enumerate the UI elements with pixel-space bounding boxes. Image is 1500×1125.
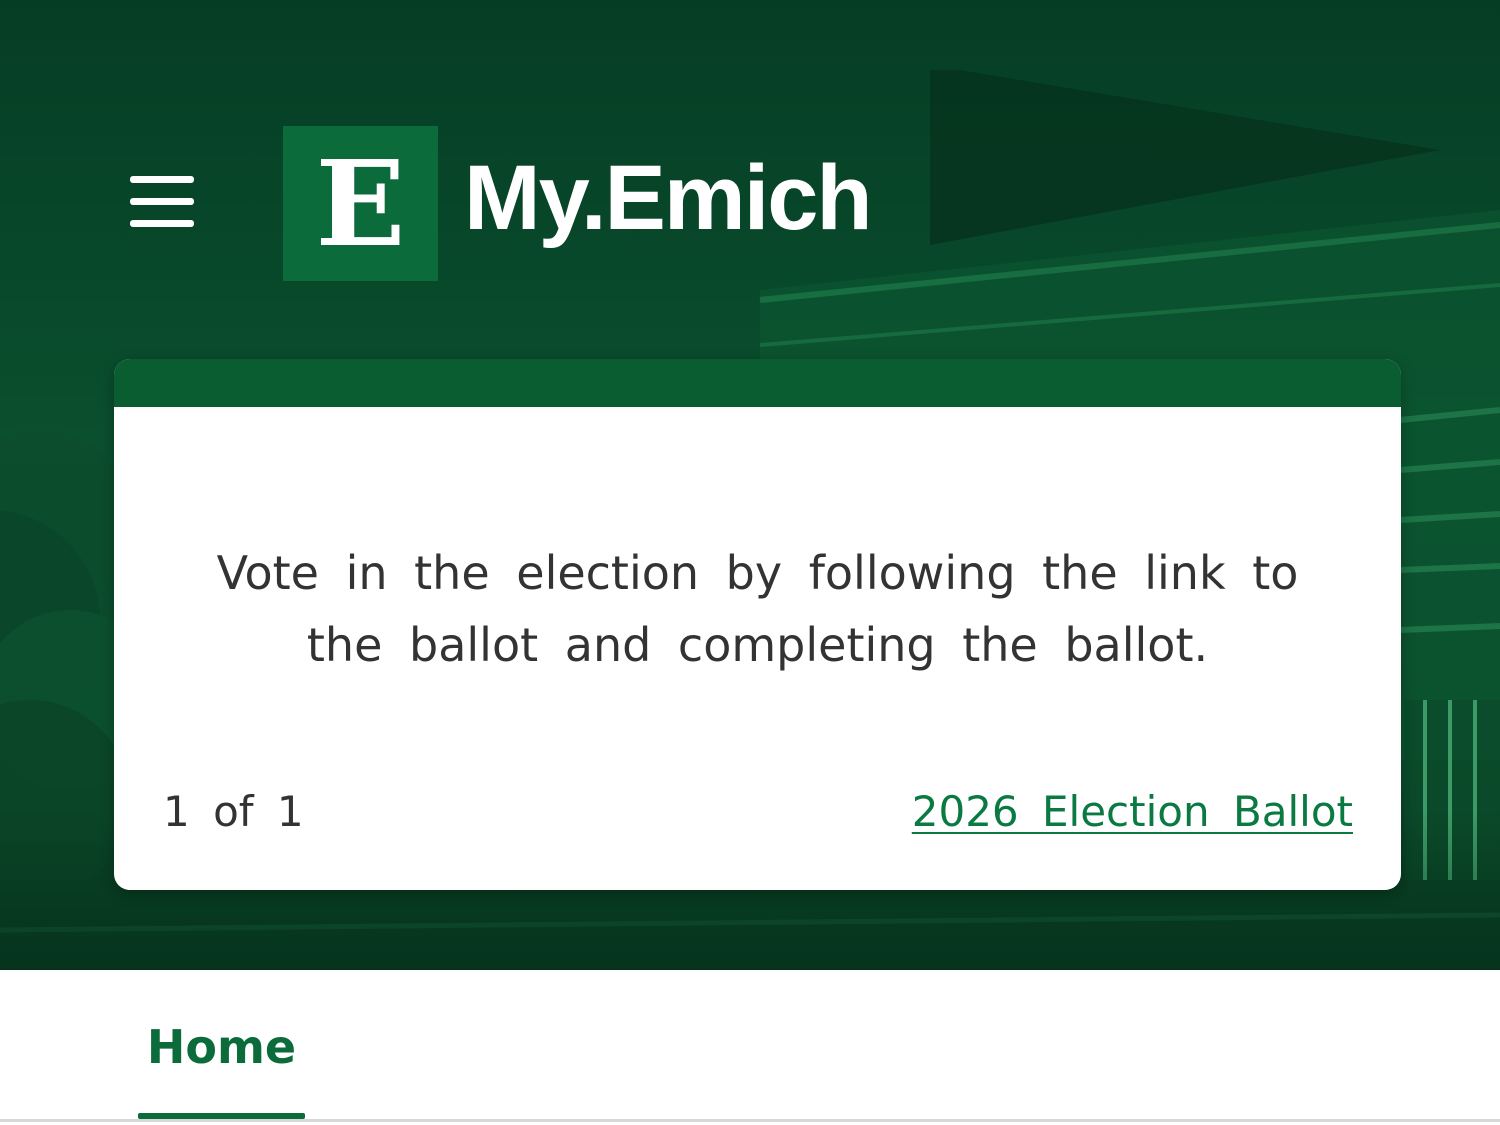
election-card: Vote in the election by following the li…	[114, 359, 1401, 890]
card-header-bar	[114, 359, 1401, 407]
menu-bar-middle	[130, 198, 194, 205]
logo-wordmark: My.Emich	[464, 146, 873, 249]
menu-bar-bottom	[130, 220, 194, 227]
tab-bar-divider	[0, 1119, 1500, 1122]
menu-bar-top	[130, 176, 194, 183]
election-ballot-link[interactable]: 2026 Election Ballot	[912, 787, 1353, 836]
page: E My.Emich Vote in the election by follo…	[0, 0, 1500, 1125]
card-pager: 1 of 1	[163, 787, 304, 836]
hamburger-menu-icon[interactable]	[122, 166, 202, 238]
logo-e-mark: E	[283, 126, 438, 281]
card-message: Vote in the election by following the li…	[216, 546, 1299, 672]
site-logo[interactable]: E My.Emich	[283, 126, 873, 281]
tab-bar: Home	[0, 970, 1500, 1125]
tab-home[interactable]: Home	[138, 1020, 305, 1074]
